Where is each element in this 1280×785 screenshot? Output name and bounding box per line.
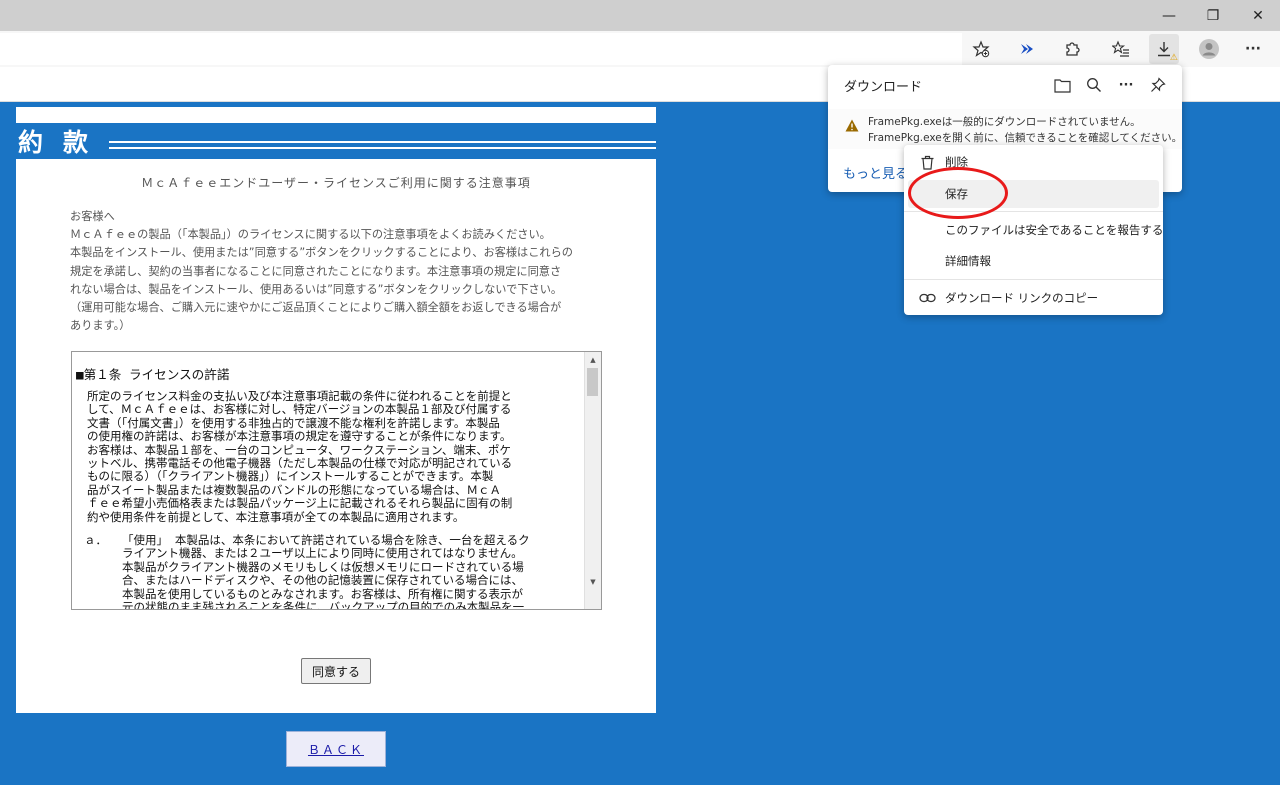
scroll-thumb[interactable]	[587, 368, 598, 396]
notice-title: ＭｃＡｆｅｅエンドユーザー・ライセンスご利用に関する注意事項	[141, 176, 531, 190]
menu-divider	[904, 279, 1163, 280]
notice-line: （運用可能な場合、ご購入元に速やかにご返品頂くことによりご購入額全額をお返しでき…	[70, 301, 562, 315]
title-bar: — ❐ ✕	[0, 0, 1280, 31]
clause-line: 元の状態のまま残されることを条件に、バックアップの目的でのみ本製品を一	[122, 600, 525, 610]
menu-item-label: このファイルは安全であることを報告する	[945, 223, 1164, 237]
terms-panel: 約款 ＭｃＡｆｅｅエンドユーザー・ライセンスご利用に関する注意事項 お客様へ Ｍ…	[16, 107, 656, 713]
menu-item-label: 詳細情報	[945, 254, 991, 268]
warning-badge-icon: ⚠	[1169, 53, 1178, 63]
license-text: ■第１条 ライセンスの許諾 所定のライセンス料金の支払い及び本注意事項記載の条件…	[76, 364, 582, 610]
star-add-icon	[972, 40, 990, 58]
page-title: 約款	[18, 128, 109, 157]
menu-item-label: ダウンロード リンクのコピー	[945, 291, 1099, 305]
search-downloads-button[interactable]	[1082, 73, 1106, 97]
agree-button[interactable]: 同意する	[301, 658, 371, 684]
open-folder-button[interactable]	[1050, 73, 1074, 97]
paragraph-line: して、ＭｃＡｆｅｅは、お客様に対し、特定バージョンの本製品１部及び付属する	[87, 402, 512, 417]
highlight-circle	[908, 167, 1008, 219]
paragraph-line: 文書（「付属文書」）を使用する非独占的で譲渡不能な権利を許諾します。本製品	[87, 415, 500, 430]
extension-button[interactable]	[1012, 34, 1042, 64]
favorites-list-icon	[1112, 40, 1129, 57]
warning-line: FramePkg.exeは一般的にダウンロードされていません。	[868, 116, 1141, 128]
add-favorite-button[interactable]	[966, 34, 996, 64]
scroll-down-icon[interactable]: ▼	[585, 578, 601, 586]
paragraph-line: 品がスイート製品または複数製品のバンドルの形態になっている場合は、ＭｃＡ	[87, 482, 501, 497]
see-more-link[interactable]: もっと見る	[843, 163, 908, 182]
menu-item-copy-link[interactable]: ダウンロード リンクのコピー	[908, 284, 1159, 312]
extensions-button[interactable]	[1057, 34, 1087, 64]
close-window-button[interactable]: ✕	[1236, 0, 1280, 31]
paragraph-line: ものに限る）（「クライアント機器」）にインストールすることができます。本製	[87, 469, 494, 484]
notice-text: お客様へ ＭｃＡｆｅｅの製品（「本製品」）のライセンスに関する以下の注意事項をよ…	[70, 208, 610, 335]
clause-line: 「使用」 本製品は、本条において許諾されている場合を除き、一台を超えるク	[122, 533, 530, 548]
ellipsis-icon: ···	[1245, 41, 1261, 57]
ellipsis-icon: ···	[1118, 77, 1134, 93]
profile-button[interactable]	[1194, 34, 1224, 64]
minimize-icon: —	[1162, 7, 1176, 24]
clause-line: ライアント機器、または２ユーザ以上により同時に使用されてはなりません。	[122, 546, 523, 561]
downloads-title: ダウンロード	[844, 80, 923, 95]
paragraph-line: 約や使用条件を前提として、本注意事項が全ての本製品に適用されます。	[87, 509, 465, 524]
puzzle-icon	[1066, 42, 1080, 56]
notice-line: 規定を承諾し、契約の当事者になることに同意されたことになります。本注意事項の規定…	[70, 264, 562, 278]
warning-icon	[845, 119, 859, 132]
heading-rule	[109, 141, 656, 143]
close-icon: ✕	[1252, 7, 1264, 24]
clause-label: ａ．	[84, 533, 107, 548]
notice-line: ＭｃＡｆｅｅの製品（「本製品」）のライセンスに関する以下の注意事項をよくお読みく…	[70, 228, 551, 242]
back-link[interactable]: ＢＡＣＫ	[286, 731, 386, 767]
section-title: ■第１条 ライセンスの許諾	[76, 367, 230, 382]
license-textarea[interactable]: ■第１条 ライセンスの許諾 所定のライセンス料金の支払い及び本注意事項記載の条件…	[71, 351, 602, 610]
paragraph-line: ｆｅｅ希望小売価格表または製品パッケージ上に記載されるそれら製品に固有の制	[87, 496, 513, 511]
notice-line: お客様へ	[70, 210, 115, 223]
notice-line: あります。）	[70, 319, 131, 333]
downloads-button[interactable]: ⚠	[1149, 34, 1179, 64]
notice-line: 本製品をインストール、使用または”同意する”ボタンをクリックすることにより、お客…	[70, 246, 573, 260]
download-item[interactable]: FramePkg.exeは一般的にダウンロードされていません。 FramePkg…	[828, 109, 1182, 149]
search-icon	[1087, 78, 1101, 92]
browser-toolbar: ⚠ ···	[0, 31, 1280, 67]
folder-icon	[1053, 78, 1071, 93]
paragraph-line: お客様は、本製品１部を、一台のコンピュータ、ワークステーション、端末、ポケ	[87, 442, 511, 457]
downloads-more-button[interactable]: ···	[1114, 73, 1138, 97]
paragraph-line: の使用権の許諾は、お客様が本注意事項の規定を遵守することが条件になります。	[87, 429, 512, 444]
download-warning-text: FramePkg.exeは一般的にダウンロードされていません。 FramePkg…	[868, 114, 1182, 146]
heading-rule	[109, 147, 656, 149]
favorites-button[interactable]	[1106, 34, 1136, 64]
paragraph-line: 所定のライセンス料金の支払い及び本注意事項記載の条件に従われることを前提と	[87, 389, 512, 403]
more-menu-button[interactable]: ···	[1238, 34, 1268, 64]
clause-line: 合、またはハードディスクや、その他の記憶装置に保存されている場合には、	[122, 573, 524, 588]
scroll-up-icon[interactable]: ▲	[585, 356, 601, 364]
textarea-scrollbar[interactable]: ▲ ▼	[584, 352, 601, 609]
avatar-icon	[1199, 39, 1219, 59]
minimize-button[interactable]: —	[1147, 0, 1191, 31]
pin-icon	[1151, 77, 1166, 92]
clause-line: 本製品がクライアント機器のメモリもしくは仮想メモリにロードされている場	[122, 559, 524, 574]
pin-panel-button[interactable]	[1146, 73, 1170, 97]
clause-text: 「使用」 本製品は、本条において許諾されている場合を除き、一台を超えるク ライア…	[122, 533, 530, 610]
address-bar[interactable]	[0, 33, 962, 65]
menu-item-details[interactable]: 詳細情報	[908, 247, 1159, 275]
section-paragraph: 所定のライセンス料金の支払い及び本注意事項記載の条件に従われることを前提と して…	[87, 389, 582, 524]
notice-line: れない場合は、製品をインストール、使用あるいは”同意する”ボタンをクリックしない…	[70, 282, 563, 296]
restore-icon: ❐	[1206, 7, 1220, 24]
link-icon	[918, 289, 936, 307]
paragraph-line: ットベル、携帯電話その他電子機器（ただし本製品の仕様で対応が明記されている	[87, 456, 513, 471]
menu-item-report-safe[interactable]: このファイルは安全であることを報告する	[908, 216, 1163, 244]
warning-line: FramePkg.exeを開く前に、信頼できることを確認してください。	[868, 132, 1183, 144]
trash-icon	[918, 153, 936, 171]
clause-line: 本製品を使用しているものとみなされます。お客様は、所有権に関する表示が	[122, 586, 524, 601]
clause-item: ａ． 「使用」 本製品は、本条において許諾されている場合を除き、一台を超えるク …	[76, 533, 582, 610]
restore-button[interactable]: ❐	[1191, 0, 1235, 31]
chevron-extension-icon	[1021, 44, 1033, 54]
